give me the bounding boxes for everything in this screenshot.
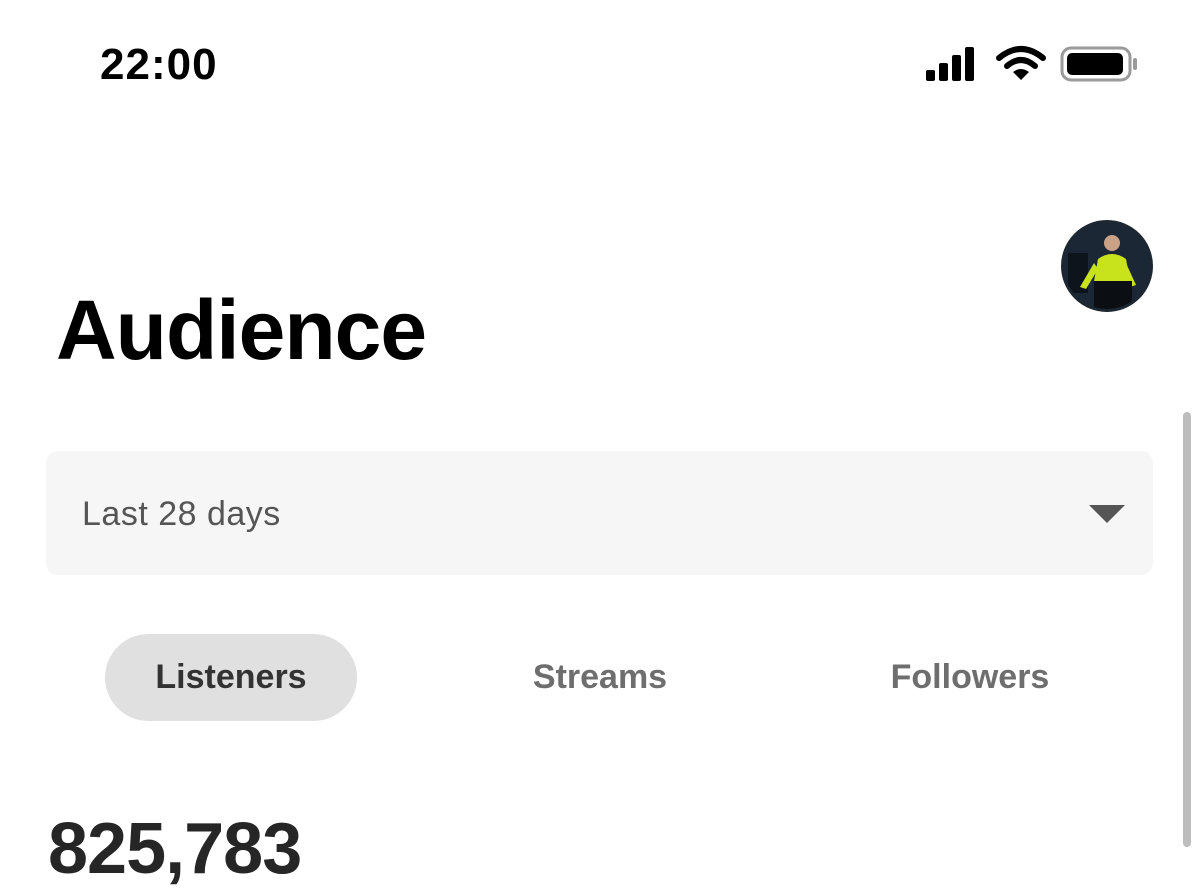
wifi-icon xyxy=(996,46,1046,80)
period-value: Last 28 days xyxy=(82,495,281,533)
battery-icon xyxy=(1060,46,1137,82)
period-dropdown[interactable]: Last 28 days xyxy=(46,451,1153,575)
avatar-photo xyxy=(1064,223,1150,309)
artist-avatar[interactable] xyxy=(1061,220,1153,312)
signal-icon xyxy=(926,47,974,81)
listeners-count: 825,783 xyxy=(48,809,302,889)
tab-streams[interactable]: Streams xyxy=(500,634,700,721)
scrollbar[interactable] xyxy=(1183,412,1191,847)
tab-listeners[interactable]: Listeners xyxy=(105,634,357,721)
caret-down-icon xyxy=(1089,505,1125,523)
tab-followers[interactable]: Followers xyxy=(860,634,1080,721)
page-title: Audience xyxy=(56,283,427,377)
audience-screen: 22:00 Audience Last 28 days Listeners St… xyxy=(0,0,1200,891)
status-time: 22:00 xyxy=(100,40,218,89)
